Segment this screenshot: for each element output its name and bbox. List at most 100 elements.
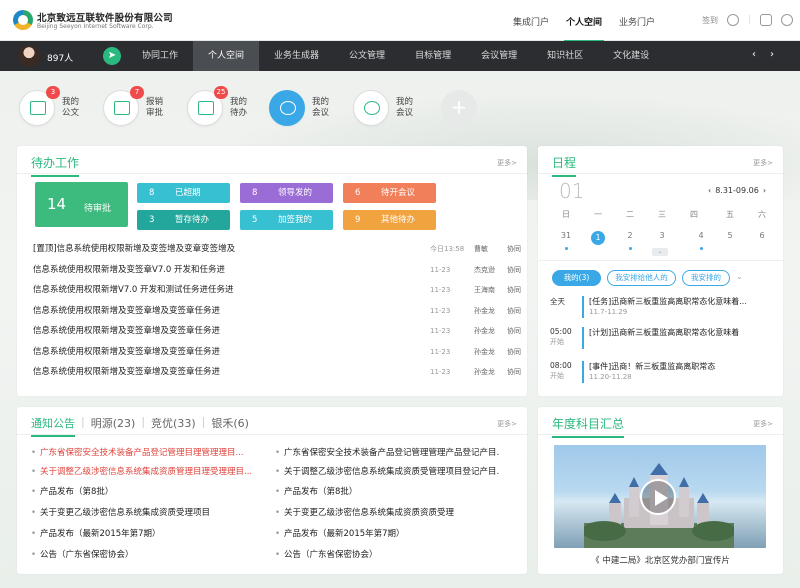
portal-business[interactable]: 业务门户 xyxy=(619,15,655,28)
nav-next-icon[interactable]: › xyxy=(770,49,788,60)
table-row[interactable]: [置顶]信息系统使用权限新增及变签增及变章变签增及 今日13:58 曹敏 协同 xyxy=(33,239,527,259)
portal-integrated[interactable]: 集成门户 xyxy=(513,15,549,28)
todo-more-link[interactable]: 更多> xyxy=(497,158,517,168)
nav-item-culture[interactable]: 文化建设 xyxy=(598,41,664,71)
divider xyxy=(17,173,527,174)
tab-mingyuan[interactable]: 明源(23) xyxy=(91,415,136,431)
company-logo-icon xyxy=(13,10,33,30)
todo-countersign-tile[interactable]: 5 加签我的 xyxy=(240,210,333,230)
table-row[interactable]: 信息系统使用权限新增V7.0 开发和测试任务进任务进 11-23 王海南 协同 xyxy=(33,280,527,300)
chevron-down-icon[interactable]: ⌄ xyxy=(736,272,743,281)
quick-meeting2-button[interactable] xyxy=(353,90,389,126)
add-shortcut-button[interactable]: + xyxy=(441,90,477,126)
list-item[interactable]: 公告（广东省保密协会） xyxy=(275,548,500,560)
notice-more-link[interactable]: 更多> xyxy=(497,419,517,429)
list-item[interactable]: 关于变更乙级涉密信息系统集成资质受理项目 xyxy=(31,506,256,518)
portal-links: 集成门户 个人空间 业务门户 xyxy=(513,15,672,42)
todo-other-tile[interactable]: 9 其他待办 xyxy=(343,210,436,230)
list-item[interactable]: 广东省保密安全技术装备产品登记管理管理产品登记产目... xyxy=(275,446,500,458)
calendar-date[interactable]: 2 xyxy=(623,231,637,240)
list-item[interactable]: 公告（广东省保密协会） xyxy=(31,548,256,560)
list-item[interactable]: 产品发布（第8批） xyxy=(31,485,256,497)
quick-todo-button[interactable]: 25 xyxy=(187,86,228,126)
chevron-down-icon[interactable]: ⌄ xyxy=(163,12,171,22)
signin-label[interactable]: 签到 xyxy=(702,15,718,26)
list-item[interactable]: 产品发布（最新2015年第7期） xyxy=(31,527,256,539)
tile-count: 9 xyxy=(355,215,361,225)
row-subject: 信息系统使用权限新增及变签章增及变签章任务进 xyxy=(33,326,221,336)
gear-icon[interactable] xyxy=(781,14,794,26)
event-bar xyxy=(582,361,584,383)
todo-meeting-tile[interactable]: 6 待开会议 xyxy=(343,183,436,203)
quick-documents-button[interactable]: 3 xyxy=(19,86,60,126)
quick-expense-button[interactable]: 7 xyxy=(103,86,144,126)
nav-item-knowledge[interactable]: 知识社区 xyxy=(532,41,598,71)
quick-meeting-button[interactable] xyxy=(269,90,305,126)
tab-notices[interactable]: 通知公告 xyxy=(31,415,75,437)
tile-label: 暂存待办 xyxy=(175,215,210,225)
tile-count: 5 xyxy=(252,215,258,225)
document-icon xyxy=(30,101,46,115)
prev-week-icon[interactable]: ‹ xyxy=(708,186,711,195)
nav-item-goals[interactable]: 目标管理 xyxy=(400,41,466,71)
list-item[interactable]: 关于变更乙级涉密信息系统集成资质资质受理 xyxy=(275,506,500,518)
annual-more-link[interactable]: 更多> xyxy=(753,419,773,429)
nav-item-business-builder[interactable]: 业务生成器 xyxy=(259,41,334,71)
avatar[interactable] xyxy=(18,45,40,67)
list-item[interactable]: 关于调整乙级涉密信息系统集成资质管理目理受理理目... xyxy=(31,465,256,477)
calendar-date[interactable]: 31 xyxy=(559,231,573,240)
expand-chevron-icon[interactable]: ⌄ xyxy=(652,248,668,256)
table-row[interactable]: 信息系统使用权限新增及变签章V7.0 开发和任务进 11-23 杰克逊 协同 xyxy=(33,260,527,280)
tile-label: 已超期 xyxy=(175,188,201,198)
calendar-more-link[interactable]: 更多> xyxy=(753,158,773,168)
message-icon[interactable] xyxy=(760,14,773,26)
todo-draft-tile[interactable]: 3 暂存待办 xyxy=(137,210,230,230)
quick-meeting2-label: 我的会议 xyxy=(396,97,414,118)
event-time: 全天 xyxy=(550,297,565,306)
nav-item-meetings[interactable]: 会议管理 xyxy=(466,41,532,71)
table-row[interactable]: 信息系统使用权限新增及变签章增及变签章任务进 11-23 孙金龙 协同 xyxy=(33,321,527,341)
calendar-panel: 日程 更多> 01 ‹ 8.31-09.06 › 日 一 二 三 四 五 六 31 … xyxy=(538,146,783,396)
row-date: 11-23 xyxy=(430,266,451,274)
row-person: 孙金龙 xyxy=(474,307,495,315)
calendar-date[interactable]: 4 xyxy=(694,231,708,240)
event-time: 08:00 xyxy=(550,361,572,370)
video-thumbnail[interactable] xyxy=(554,445,766,548)
notice-tabs: 通知公告 | 明源(23) | 竞优(33) | 银禾(6) xyxy=(31,415,255,437)
expense-icon xyxy=(114,101,130,115)
nav-item-personal-space[interactable]: 个人空间 xyxy=(193,41,260,71)
row-category: 协同 xyxy=(507,368,521,376)
user-icon[interactable] xyxy=(727,14,739,26)
tab-yinhe[interactable]: 银禾(6) xyxy=(211,415,249,431)
todo-pending-approval-tile[interactable]: 14 待审批 xyxy=(35,182,128,227)
list-item[interactable]: 产品发布（第8批） xyxy=(275,485,500,497)
nav-prev-icon[interactable]: ‹ xyxy=(752,49,770,60)
event-title: [计划]迅商新三板重监高离职常态化意味着 xyxy=(589,328,740,337)
week-range: ‹ 8.31-09.06 › xyxy=(708,186,766,195)
filter-assigned-others-button[interactable]: 我安排给他人的 xyxy=(607,270,676,286)
todo-overdue-tile[interactable]: 8 已超期 xyxy=(137,183,230,203)
calendar-date[interactable]: 5 xyxy=(723,231,737,240)
filter-arranged-button[interactable]: 我安排的 xyxy=(682,270,730,286)
table-row[interactable]: 信息系统使用权限新增及变签章增及变签章任务进 11-23 孙金龙 协同 xyxy=(33,301,527,321)
list-item[interactable]: 广东省保密安全技术装备产品登记管理目理管理理目... xyxy=(31,446,256,458)
calendar-date[interactable]: 3 xyxy=(655,231,669,240)
list-item[interactable]: 产品发布（最新2015年第7期） xyxy=(275,527,500,539)
calendar-date[interactable]: 6 xyxy=(755,231,769,240)
play-icon[interactable] xyxy=(640,479,676,515)
weekday-label: 六 xyxy=(758,210,766,219)
send-icon[interactable]: ➤ xyxy=(103,47,121,65)
next-week-icon[interactable]: › xyxy=(763,186,766,195)
filter-mine-button[interactable]: 我的(3) xyxy=(552,270,601,286)
row-subject: [置顶]信息系统使用权限新增及变签增及变章变签增及 xyxy=(33,244,236,254)
tab-jingyou[interactable]: 竞优(33) xyxy=(151,415,196,431)
calendar-date-selected[interactable]: 1 xyxy=(591,231,605,245)
nav-item-collaboration[interactable]: 协同工作 xyxy=(127,41,193,71)
table-row[interactable]: 信息系统使用权限新增及变签章增及变签章任务进 11-23 孙金龙 协同 xyxy=(33,342,527,362)
todo-leader-tile[interactable]: 8 领导发的 xyxy=(240,183,333,203)
table-row[interactable]: 信息系统使用权限新增及变签章增及变签章任务进 11-23 孙金龙 协同 xyxy=(33,362,527,382)
row-date: 11-23 xyxy=(430,327,451,335)
nav-item-documents[interactable]: 公文管理 xyxy=(334,41,400,71)
portal-personal-space[interactable]: 个人空间 xyxy=(564,15,605,42)
list-item[interactable]: 关于调整乙级涉密信息系统集成资质受管理项目登记产目... xyxy=(275,465,500,477)
